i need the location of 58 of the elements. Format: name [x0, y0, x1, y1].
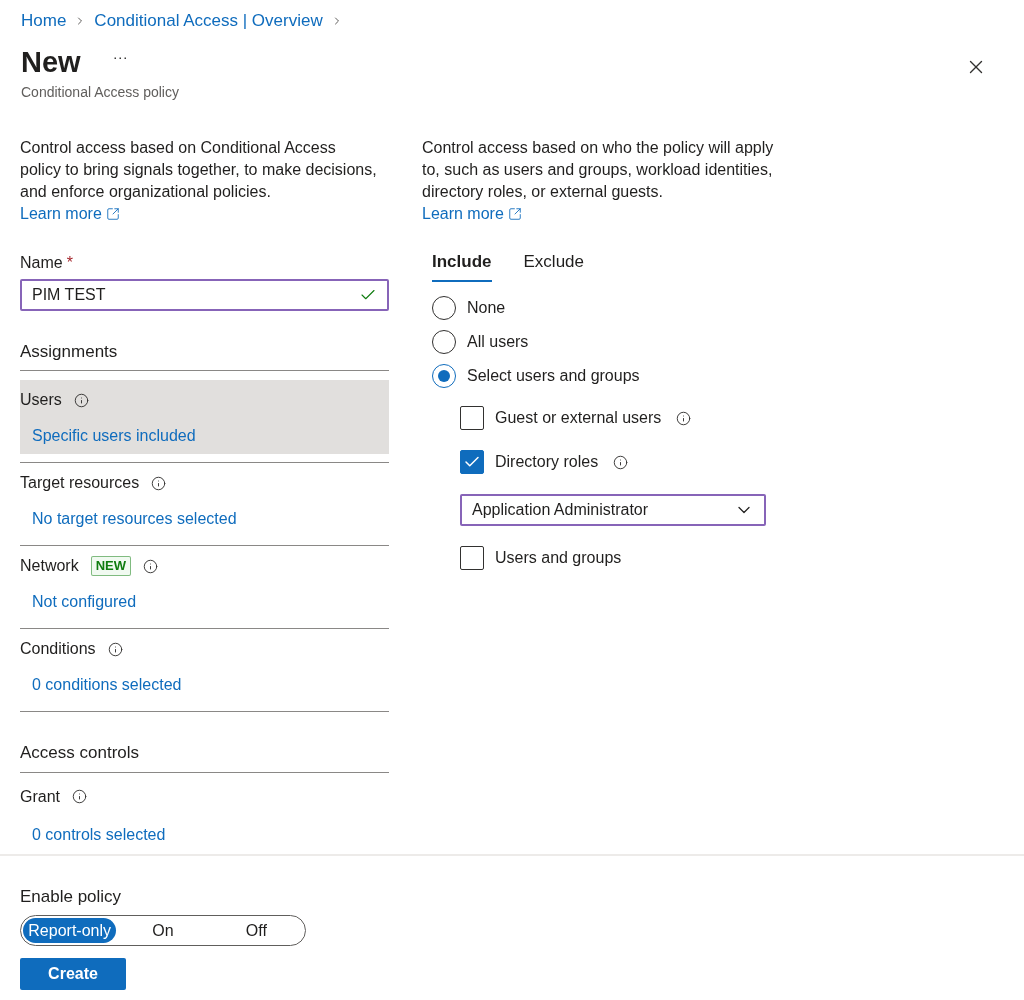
- external-link-icon: [105, 206, 120, 221]
- toggle-option[interactable]: Report-only: [23, 918, 117, 943]
- breadcrumb-link[interactable]: Conditional Access | Overview: [94, 8, 323, 34]
- checkbox-label: Directory roles: [495, 452, 599, 472]
- checkbox[interactable]: [460, 450, 484, 474]
- section-value-link[interactable]: No target resources selected: [20, 507, 389, 531]
- info-icon[interactable]: [613, 454, 629, 470]
- name-input-field[interactable]: PIM TEST: [20, 278, 389, 311]
- learn-more-link[interactable]: Learn more: [20, 202, 120, 225]
- toggle-option[interactable]: Off: [209, 918, 303, 943]
- section-heading: Access controls: [20, 742, 141, 764]
- radio-label: All users: [467, 332, 529, 352]
- section-heading: Assignments: [20, 340, 119, 363]
- description-text: Control access based on Conditional Access policy to bring signals together, to make decisions, and enforce organizational policies.: [20, 137, 378, 202]
- radio-label: None: [467, 298, 506, 318]
- role-dropdown[interactable]: Application Administrator: [460, 494, 766, 526]
- field-label: Name: [20, 252, 63, 273]
- toggle-option[interactable]: On: [116, 918, 210, 943]
- section-value-link[interactable]: Specific users included: [20, 424, 389, 448]
- section-row[interactable]: Network NEW Not configured: [20, 546, 389, 620]
- more-button[interactable]: ···: [112, 46, 128, 77]
- info-icon[interactable]: [143, 558, 159, 574]
- field-value: PIM TEST: [32, 284, 106, 305]
- checkbox[interactable]: [460, 546, 484, 570]
- section-row[interactable]: Conditions 0 conditions selected: [20, 629, 389, 703]
- section-row[interactable]: Target resources No target resources selected: [20, 463, 389, 537]
- description-text: Control access based on who the policy will apply to, such as users and groups, workload identities, directory roles, or external guests.: [422, 137, 775, 202]
- page-subtitle: Conditional Access policy: [21, 82, 179, 102]
- section-value-link[interactable]: 0 conditions selected: [20, 673, 389, 697]
- checkbox[interactable]: [460, 406, 484, 430]
- section-label: Users: [20, 390, 62, 410]
- info-icon[interactable]: [107, 641, 123, 657]
- create-button[interactable]: Create: [20, 958, 126, 990]
- info-icon[interactable]: [676, 410, 692, 426]
- section-label: Target resources: [20, 473, 140, 493]
- section-label: Network: [20, 556, 79, 576]
- section-row[interactable]: Users Specific users included: [20, 380, 389, 454]
- checkbox-label: Guest or external users: [495, 408, 662, 428]
- section-value-link[interactable]: 0 controls selected: [20, 822, 389, 847]
- tab[interactable]: Exclude: [523, 248, 584, 282]
- enable-policy-label: Enable policy: [20, 885, 123, 908]
- checkbox-label: Users and groups: [495, 548, 622, 568]
- new-badge: NEW: [90, 556, 132, 576]
- info-icon[interactable]: [73, 392, 89, 408]
- info-icon[interactable]: [151, 475, 167, 491]
- radio-label: Select users and groups: [467, 366, 640, 386]
- page-title: New: [21, 44, 81, 80]
- breadcrumb-link[interactable]: Home: [21, 8, 67, 34]
- info-icon[interactable]: [72, 789, 87, 804]
- section-value-link[interactable]: Not configured: [20, 590, 389, 614]
- dropdown-value: Application Administrator: [472, 500, 649, 520]
- section-row[interactable]: Grant 0 controls selected: [20, 772, 389, 847]
- required-mark: *: [66, 252, 73, 273]
- section-label: Grant: [20, 786, 60, 807]
- learn-more-link[interactable]: Learn more: [422, 202, 522, 225]
- tab[interactable]: Include: [432, 248, 492, 282]
- section-label: Conditions: [20, 639, 96, 659]
- external-link-icon: [507, 206, 522, 221]
